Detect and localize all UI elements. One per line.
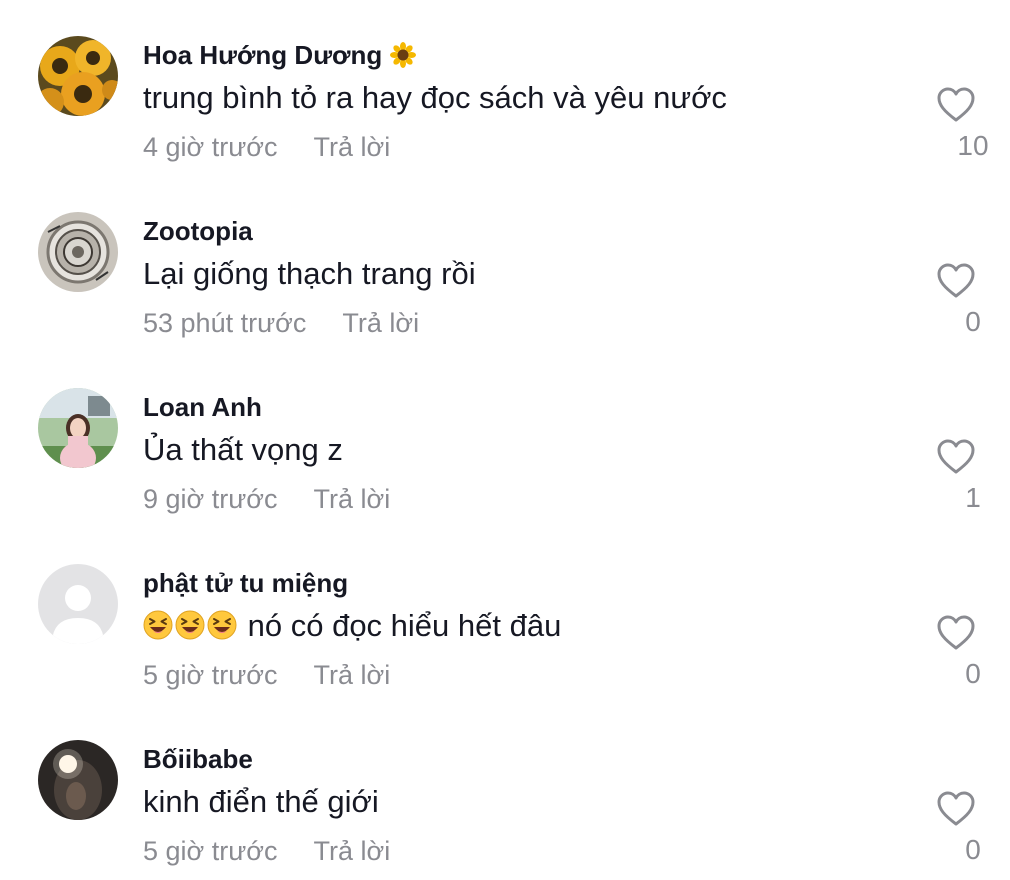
reply-button[interactable]: Trả lời <box>314 132 391 162</box>
comment-meta: 5 giờ trước Trả lời <box>143 836 390 867</box>
sunflowers-photo <box>38 36 118 116</box>
reply-button[interactable]: Trả lời <box>314 484 391 514</box>
laughing-face-icon <box>207 610 237 640</box>
avatar[interactable] <box>38 564 118 644</box>
comment-meta: 53 phút trước Trả lời <box>143 308 419 339</box>
comment-time: 4 giờ trước <box>143 132 278 162</box>
like-count: 10 <box>957 130 989 161</box>
comment-text: trung bình tỏ ra hay đọc sách và yêu nướ… <box>143 80 727 115</box>
comment-time: 9 giờ trước <box>143 484 278 514</box>
heart-icon[interactable] <box>936 438 976 476</box>
girl-pink-dress-photo <box>38 388 118 468</box>
comment-text: Ủa thất vọng z <box>143 432 343 467</box>
heart-icon[interactable] <box>936 86 976 124</box>
avatar[interactable] <box>38 212 118 292</box>
reply-button[interactable]: Trả lời <box>314 836 391 866</box>
metal-disc-photo <box>38 212 118 292</box>
default-user-icon <box>38 564 118 644</box>
comment-time: 5 giờ trước <box>143 660 278 690</box>
comment-text-body: nó có đọc hiểu hết đâu <box>247 608 562 643</box>
comment-text: nó có đọc hiểu hết đâu <box>143 608 561 644</box>
comment-time: 53 phút trước <box>143 308 307 338</box>
avatar[interactable] <box>38 740 118 820</box>
comment-time: 5 giờ trước <box>143 836 278 866</box>
comment-item: Loan Anh Ủa thất vọng z 9 giờ trước Trả l… <box>0 352 1010 528</box>
comment-username[interactable]: Bốiibabe <box>143 744 253 775</box>
comment-meta: 9 giờ trước Trả lời <box>143 484 390 515</box>
avatar[interactable] <box>38 388 118 468</box>
avatar[interactable] <box>38 36 118 116</box>
like-count: 1 <box>965 482 981 513</box>
laughing-face-icon <box>175 610 205 640</box>
comment-username[interactable]: Loan Anh <box>143 392 262 423</box>
heart-icon[interactable] <box>936 614 976 652</box>
comment-item: Zootopia Lại giống thạch trang rồi 53 ph… <box>0 176 1010 352</box>
comment-meta: 4 giờ trước Trả lời <box>143 132 390 163</box>
dark-selfie-photo <box>38 740 118 820</box>
sunflower-icon <box>390 42 417 75</box>
comment-username[interactable]: Hoa Hướng Dương <box>143 40 417 75</box>
like-count: 0 <box>965 306 981 337</box>
comment-text: kinh điển thế giới <box>143 784 379 819</box>
comment-username[interactable]: phật tử tu miệng <box>143 568 348 599</box>
comment-item: Hoa Hướng Dương trung bình tỏ ra hay đọc… <box>0 0 1010 176</box>
comment-item: phật tử tu miệng nó có đọc hiểu hết đâu … <box>0 528 1010 704</box>
laughing-face-icon <box>143 610 173 640</box>
comment-username[interactable]: Zootopia <box>143 216 253 247</box>
comment-text: Lại giống thạch trang rồi <box>143 256 476 291</box>
like-count: 0 <box>965 834 981 865</box>
reply-button[interactable]: Trả lời <box>342 308 419 338</box>
comment-item: Bốiibabe kinh điển thế giới 5 giờ trước T… <box>0 704 1010 880</box>
username-text: Hoa Hướng Dương <box>143 40 383 70</box>
comment-meta: 5 giờ trước Trả lời <box>143 660 390 691</box>
like-count: 0 <box>965 658 981 689</box>
heart-icon[interactable] <box>936 262 976 300</box>
reply-button[interactable]: Trả lời <box>314 660 391 690</box>
heart-icon[interactable] <box>936 790 976 828</box>
